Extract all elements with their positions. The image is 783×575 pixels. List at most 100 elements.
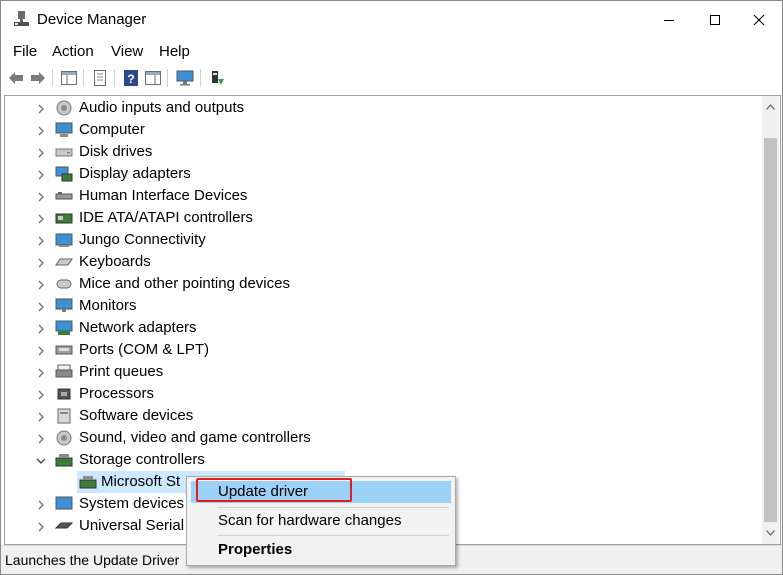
tree-item-label: IDE ATA/ATAPI controllers [79,209,253,226]
tree-category[interactable]: Human Interface Devices [5,185,762,207]
tree-item-label: Sound, video and game controllers [79,429,311,446]
scroll-thumb[interactable] [764,138,777,522]
chevron-right-icon[interactable] [35,300,47,312]
tree-category[interactable]: Jungo Connectivity [5,229,762,251]
chevron-right-icon[interactable] [35,278,47,290]
tree-item-label: Universal Serial [79,517,185,534]
close-button[interactable] [736,1,782,39]
chevron-right-icon[interactable] [35,366,47,378]
display-adapter-icon [55,166,73,182]
status-text: Launches the Update Driver [5,552,180,568]
monitor-icon [176,70,194,86]
vertical-scrollbar[interactable] [762,96,779,544]
tree-item-label: Display adapters [79,165,191,182]
menu-help[interactable]: Help [158,43,191,60]
tree-item-label: Storage controllers [79,451,205,468]
port-icon [55,342,73,358]
system-device-icon [55,496,73,512]
software-device-icon [55,408,73,424]
menu-file[interactable]: File [12,43,38,60]
toolbar-separator [200,69,201,87]
show-action-pane-button[interactable] [143,68,163,88]
scan-hardware-button[interactable] [175,68,195,88]
back-button[interactable] [6,68,26,88]
storage-controller-icon [79,474,97,490]
toolbar-separator [52,69,53,87]
chevron-right-icon[interactable] [35,520,47,532]
menu-bar: File Action View Help [1,41,782,63]
tree-item-label: Monitors [79,297,137,314]
svg-text:?: ? [127,72,134,86]
maximize-button[interactable] [692,1,738,39]
close-icon [753,14,765,26]
chevron-right-icon[interactable] [35,234,47,246]
properties-button[interactable] [90,68,110,88]
highlight-annotation-box [196,478,352,502]
tree-item-label: Software devices [79,407,194,424]
menu-action[interactable]: Action [51,43,95,60]
tree-category[interactable]: Audio inputs and outputs [5,97,762,119]
toolbar-separator [83,69,84,87]
chevron-right-icon[interactable] [35,344,47,356]
tree-category[interactable]: Storage controllers [5,449,762,471]
chevron-right-icon[interactable] [35,322,47,334]
chevron-right-icon[interactable] [35,168,47,180]
ide-controller-icon [55,210,73,226]
keyboard-icon [55,254,73,270]
storage-controller-icon [55,452,73,468]
chevron-down-icon[interactable] [35,454,47,466]
tree-item-label: Processors [79,385,155,402]
chevron-right-icon[interactable] [35,410,47,422]
tree-category[interactable]: Sound, video and game controllers [5,427,762,449]
tree-category[interactable]: Monitors [5,295,762,317]
forward-button[interactable] [28,68,48,88]
minimize-button[interactable] [646,1,692,39]
tree-category[interactable]: Computer [5,119,762,141]
tree-category[interactable]: Mice and other pointing devices [5,273,762,295]
chevron-right-icon[interactable] [35,102,47,114]
menu-view[interactable]: View [110,43,144,60]
tree-item-label: Print queues [79,363,164,380]
tree-item-label: Mice and other pointing devices [79,275,290,292]
tree-category[interactable]: Display adapters [5,163,762,185]
title-bar: Device Manager [1,1,782,39]
device-manager-icon [12,10,30,28]
context-menu-properties[interactable]: Properties [191,539,451,561]
context-menu-label: Properties [218,541,293,558]
chevron-right-icon[interactable] [35,146,47,158]
show-hide-console-tree-button[interactable] [59,68,79,88]
tree-item-label: Disk drives [79,143,153,160]
tree-category[interactable]: Print queues [5,361,762,383]
properties-icon [94,70,106,86]
chevron-right-icon[interactable] [35,190,47,202]
scroll-up-button[interactable] [762,98,779,115]
chevron-right-icon[interactable] [35,388,47,400]
computer-icon [55,122,73,138]
tree-category[interactable]: Network adapters [5,317,762,339]
help-icon: ? [124,70,138,86]
network-adapter-icon [55,320,73,336]
tree-category[interactable]: Keyboards [5,251,762,273]
window-title: Device Manager [37,11,147,28]
tree-category[interactable]: Processors [5,383,762,405]
update-driver-toolbar-button[interactable] [207,68,227,88]
tree-category[interactable]: Disk drives [5,141,762,163]
chevron-right-icon[interactable] [35,212,47,224]
tree-category[interactable]: IDE ATA/ATAPI controllers [5,207,762,229]
chevron-right-icon[interactable] [35,498,47,510]
chevron-right-icon[interactable] [35,124,47,136]
sound-controller-icon [55,430,73,446]
forward-icon [31,72,45,84]
tree-item-label: System devices [79,495,185,512]
processor-icon [55,386,73,402]
chevron-right-icon[interactable] [35,432,47,444]
help-button[interactable]: ? [121,68,141,88]
mouse-icon [55,276,73,292]
tree-item-label: Audio inputs and outputs [79,99,245,116]
chevron-right-icon[interactable] [35,256,47,268]
scroll-down-button[interactable] [762,524,779,541]
tree-category[interactable]: Software devices [5,405,762,427]
tree-category[interactable]: Ports (COM & LPT) [5,339,762,361]
chevron-down-icon [766,529,775,536]
context-menu-scan-hardware[interactable]: Scan for hardware changes [191,510,451,532]
